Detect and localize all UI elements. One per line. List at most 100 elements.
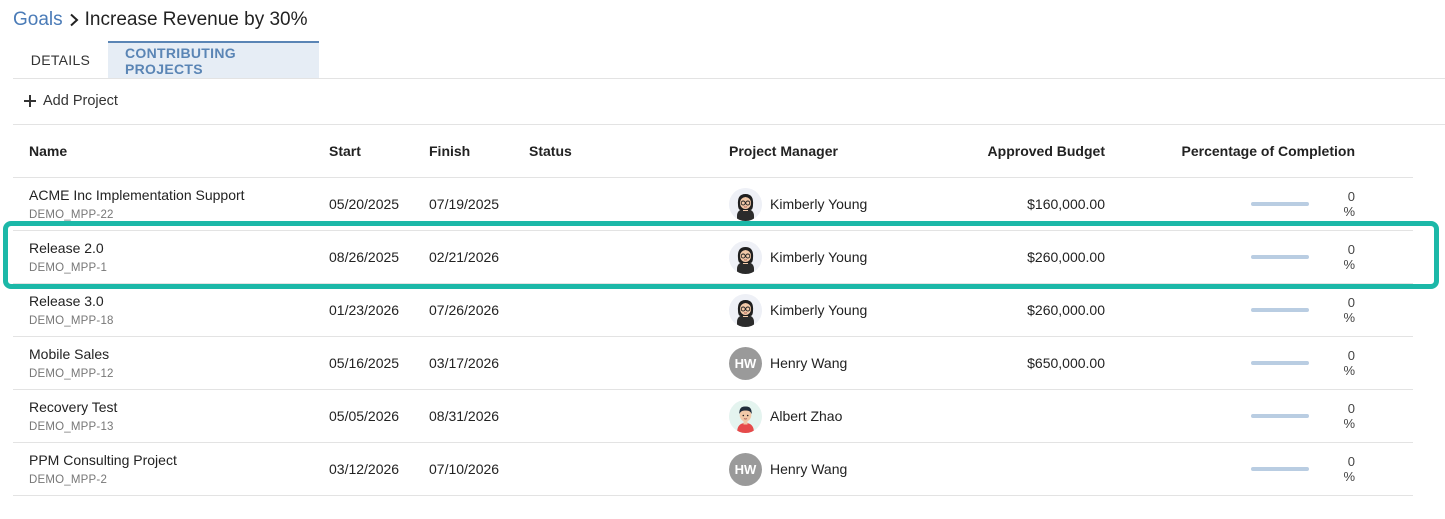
page-title: Increase Revenue by 30% <box>84 9 308 30</box>
table-row[interactable]: PPM Consulting Project DEMO_MPP-2 03/12/… <box>13 443 1413 496</box>
completion-percentage: 0 % <box>1343 295 1355 325</box>
name-wrap: Mobile Sales DEMO_MPP-12 <box>29 345 114 382</box>
tab-contributing-projects[interactable]: CONTRIBUTING PROJECTS <box>108 41 319 78</box>
project-manager-name: Henry Wang <box>770 355 848 371</box>
column-header-finish[interactable]: Finish <box>429 125 524 177</box>
project-id: DEMO_MPP-13 <box>29 420 114 433</box>
finish-date: 07/26/2026 <box>429 302 500 318</box>
status-cell <box>529 337 709 389</box>
name-cell: PPM Consulting Project DEMO_MPP-2 <box>29 443 319 495</box>
project-manager-cell: Kimberly Young <box>729 284 959 336</box>
add-project-label: Add Project <box>43 93 118 109</box>
progress-bar <box>1251 255 1309 259</box>
table-row[interactable]: Release 3.0 DEMO_MPP-18 01/23/2026 07/26… <box>13 284 1413 337</box>
project-name[interactable]: ACME Inc Implementation Support <box>29 186 245 204</box>
tab-bar: DETAILS CONTRIBUTING PROJECTS <box>13 41 319 78</box>
approved-budget: $260,000.00 <box>1027 302 1105 318</box>
project-name[interactable]: Mobile Sales <box>29 345 114 363</box>
project-manager-cell: HW Henry Wang <box>729 443 959 495</box>
man-avatar <box>729 399 762 433</box>
project-manager-name: Kimberly Young <box>770 249 868 265</box>
column-header-approved-budget[interactable]: Approved Budget <box>945 125 1105 177</box>
column-header-name[interactable]: Name <box>29 125 319 177</box>
project-id: DEMO_MPP-1 <box>29 261 108 274</box>
status-cell <box>529 284 709 336</box>
approved-budget: $650,000.00 <box>1027 355 1105 371</box>
table-header: Name Start Finish Status Project Manager… <box>13 125 1413 178</box>
start-date: 05/20/2025 <box>329 196 400 212</box>
progress-bar <box>1251 308 1309 312</box>
name-cell: ACME Inc Implementation Support DEMO_MPP… <box>29 178 319 230</box>
completion-percentage: 0 % <box>1343 348 1355 378</box>
woman-glasses-avatar <box>729 187 762 221</box>
status-cell <box>529 390 709 442</box>
start-date: 05/16/2025 <box>329 355 400 371</box>
table-row[interactable]: Recovery Test DEMO_MPP-13 05/05/2026 08/… <box>13 390 1413 443</box>
project-name[interactable]: Release 2.0 <box>29 239 107 257</box>
name-wrap: Release 3.0 DEMO_MPP-18 <box>29 292 114 329</box>
start-date: 03/12/2026 <box>329 461 400 477</box>
status-cell <box>529 443 709 495</box>
completion-percentage: 0 % <box>1343 401 1355 431</box>
completion-cell: 0 % <box>1153 231 1355 283</box>
breadcrumb-goals-link[interactable]: Goals <box>13 9 63 31</box>
status-cell <box>529 178 709 230</box>
completion-percentage: 0 % <box>1343 454 1355 484</box>
divider <box>13 78 1445 79</box>
finish-date: 02/21/2026 <box>429 249 500 265</box>
column-header-start[interactable]: Start <box>329 125 424 177</box>
name-cell: Recovery Test DEMO_MPP-13 <box>29 390 319 442</box>
completion-cell: 0 % <box>1153 284 1355 336</box>
progress-bar <box>1251 202 1309 206</box>
project-manager-name: Kimberly Young <box>770 196 868 212</box>
project-manager-cell: Kimberly Young <box>729 231 959 283</box>
project-name[interactable]: Recovery Test <box>29 398 117 416</box>
project-manager-cell: Albert Zhao <box>729 390 959 442</box>
completion-cell: 0 % <box>1153 443 1355 495</box>
project-manager-name: Albert Zhao <box>770 408 843 424</box>
project-id: DEMO_MPP-2 <box>29 473 108 486</box>
name-cell: Release 3.0 DEMO_MPP-18 <box>29 284 319 336</box>
column-header-percentage-of-completion[interactable]: Percentage of Completion <box>1153 125 1355 177</box>
project-id: DEMO_MPP-18 <box>29 314 114 327</box>
projects-table: Name Start Finish Status Project Manager… <box>13 125 1413 496</box>
start-date: 08/26/2025 <box>329 249 400 265</box>
completion-cell: 0 % <box>1153 337 1355 389</box>
finish-date: 07/19/2025 <box>429 196 500 212</box>
start-date: 01/23/2026 <box>329 302 400 318</box>
completion-percentage: 0 % <box>1343 242 1355 272</box>
woman-glasses-avatar <box>729 293 762 327</box>
table-row[interactable]: Mobile Sales DEMO_MPP-12 05/16/2025 03/1… <box>13 337 1413 390</box>
tab-details[interactable]: DETAILS <box>13 41 108 78</box>
completion-cell: 0 % <box>1153 390 1355 442</box>
start-date: 05/05/2026 <box>329 408 400 424</box>
avatar-initials: HW <box>729 452 762 486</box>
progress-bar <box>1251 414 1309 418</box>
table-row[interactable]: ACME Inc Implementation Support DEMO_MPP… <box>13 178 1413 231</box>
finish-date: 07/10/2026 <box>429 461 500 477</box>
add-project-button[interactable]: Add Project <box>23 90 118 112</box>
project-id: DEMO_MPP-12 <box>29 367 114 380</box>
project-manager-name: Kimberly Young <box>770 302 868 318</box>
avatar-initials: HW <box>729 346 762 380</box>
approved-budget <box>945 390 1105 442</box>
project-name[interactable]: PPM Consulting Project <box>29 451 177 469</box>
project-name[interactable]: Release 3.0 <box>29 292 114 310</box>
name-cell: Mobile Sales DEMO_MPP-12 <box>29 337 319 389</box>
project-id: DEMO_MPP-22 <box>29 208 114 221</box>
project-manager-cell: HW Henry Wang <box>729 337 959 389</box>
plus-icon <box>23 94 37 108</box>
column-header-status[interactable]: Status <box>529 125 709 177</box>
finish-date: 03/17/2026 <box>429 355 500 371</box>
table-row-highlighted[interactable]: Release 2.0 DEMO_MPP-1 08/26/2025 02/21/… <box>13 231 1413 284</box>
project-manager-cell: Kimberly Young <box>729 178 959 230</box>
completion-cell: 0 % <box>1153 178 1355 230</box>
column-header-project-manager[interactable]: Project Manager <box>729 125 959 177</box>
name-cell: Release 2.0 DEMO_MPP-1 <box>29 231 319 283</box>
chevron-right-icon <box>63 7 85 33</box>
woman-glasses-avatar <box>729 240 762 274</box>
progress-bar <box>1251 467 1309 471</box>
progress-bar <box>1251 361 1309 365</box>
status-cell <box>529 231 709 283</box>
approved-budget: $260,000.00 <box>1027 249 1105 265</box>
